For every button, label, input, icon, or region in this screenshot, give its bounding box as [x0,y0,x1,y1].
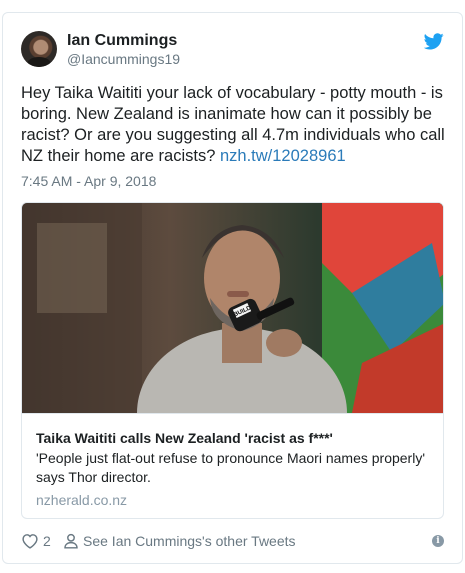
twitter-bird-icon[interactable] [424,33,444,50]
tweet-footer: 2 See Ian Cummings's other Tweets i [21,531,444,551]
author-handle[interactable]: @Iancummings19 [67,51,180,67]
tweet-timestamp[interactable]: 7:45 AM - Apr 9, 2018 [21,173,156,189]
tweet-header: Ian Cummings @Iancummings19 [21,31,444,71]
card-image[interactable]: BUILD [22,203,443,413]
tweet-text: Hey Taika Waititi your lack of vocabular… [21,83,446,167]
card-domain: nzherald.co.nz [36,492,128,508]
other-tweets-link[interactable]: See Ian Cummings's other Tweets [83,533,296,549]
link-card[interactable]: BUILD Taika Waititi calls New Zealand 'r… [21,202,444,519]
heart-icon[interactable] [21,533,39,549]
person-icon[interactable] [63,533,79,549]
embedded-tweet: Ian Cummings @Iancummings19 Hey Taika Wa… [2,12,463,564]
card-photo: BUILD [22,203,443,413]
author-name[interactable]: Ian Cummings [67,32,177,50]
card-body: Taika Waititi calls New Zealand 'racist … [22,413,443,518]
avatar[interactable] [21,31,57,67]
card-title[interactable]: Taika Waititi calls New Zealand 'racist … [36,430,333,446]
tweet-link[interactable]: nzh.tw/12028961 [220,147,346,165]
like-count[interactable]: 2 [43,533,51,549]
info-icon[interactable]: i [432,535,444,547]
card-description: 'People just flat-out refuse to pronounc… [36,450,425,485]
